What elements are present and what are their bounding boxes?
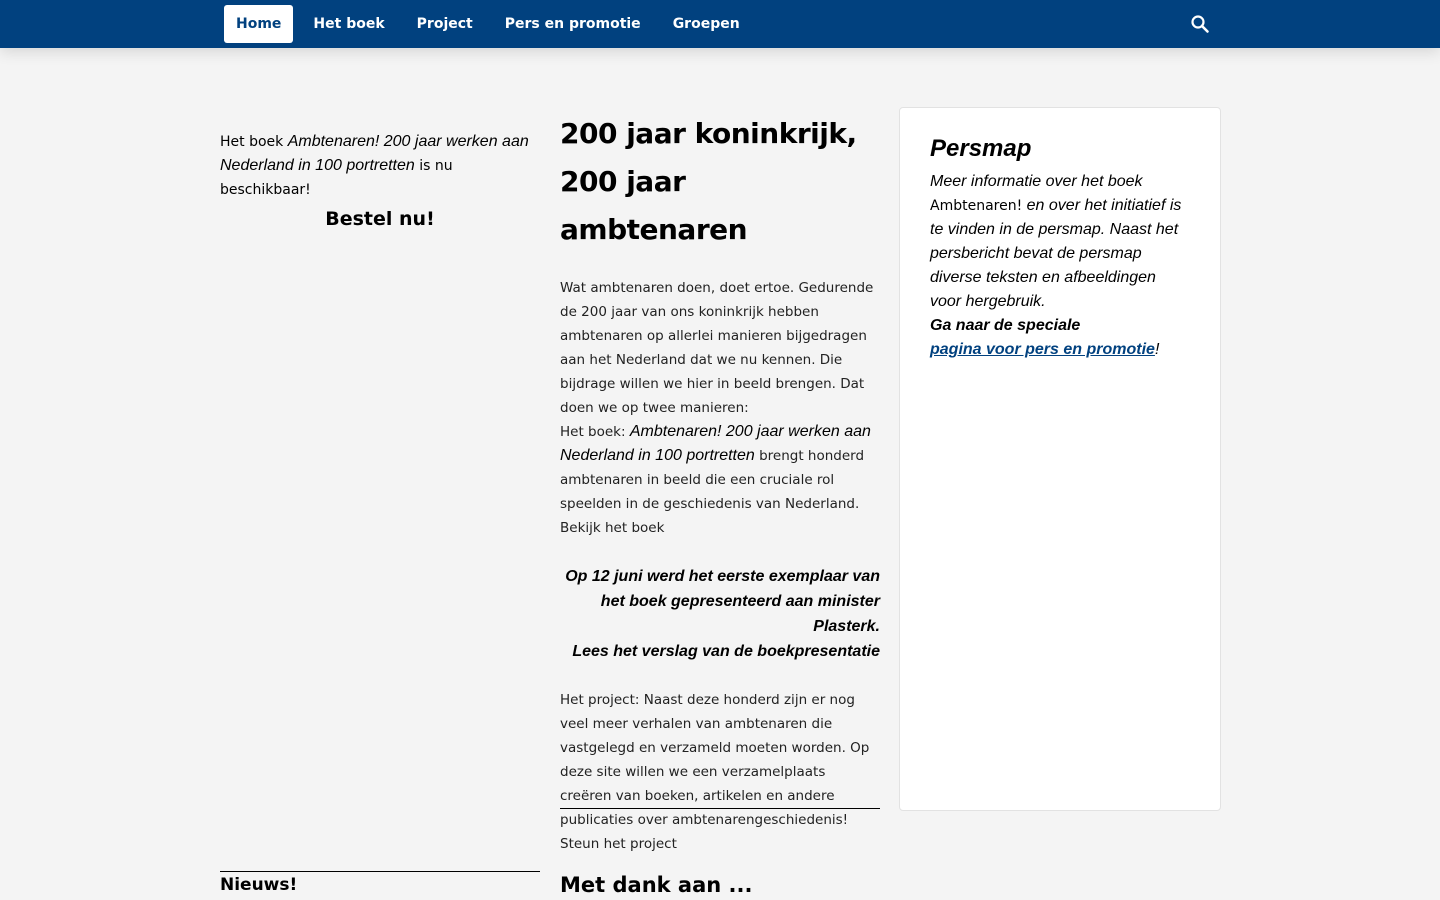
press-page-link[interactable]: pagina voor pers en promotie bbox=[930, 341, 1155, 358]
presentation-report-link[interactable]: Lees het verslag van de boekpresentatie bbox=[560, 639, 880, 664]
nav-item-home[interactable]: Home bbox=[224, 5, 294, 43]
book-label: Het boek: bbox=[560, 424, 630, 440]
persmap-book-name: Ambtenaren! bbox=[930, 198, 1023, 214]
nav-item-project[interactable]: Project bbox=[405, 5, 485, 43]
nav-item-het-boek[interactable]: Het boek bbox=[301, 5, 396, 43]
news-heading: Nieuws! bbox=[220, 875, 298, 895]
persmap-exclamation: ! bbox=[1154, 341, 1160, 358]
book-promo: Het boek Ambtenaren! 200 jaar werken aan… bbox=[220, 130, 540, 230]
order-now-link[interactable]: Bestel nu! bbox=[220, 208, 540, 230]
divider bbox=[560, 808, 880, 809]
presentation-text: Op 12 juni werd het eerste exemplaar van… bbox=[565, 568, 880, 635]
persmap-text-a: Meer informatie over het boek bbox=[930, 173, 1143, 190]
book-intro-prefix: Het boek bbox=[220, 134, 288, 150]
project-paragraph[interactable]: Het project: Naast deze honderd zijn er … bbox=[560, 688, 880, 856]
divider bbox=[220, 871, 540, 872]
persmap-title: Persmap bbox=[930, 135, 1032, 162]
main-content: 200 jaar koninkrijk, 200 jaar ambtenaren… bbox=[560, 110, 880, 856]
book-intro: Het boek Ambtenaren! 200 jaar werken aan… bbox=[220, 130, 540, 202]
nav-item-pers-en-promotie[interactable]: Pers en promotie bbox=[493, 5, 653, 43]
search-button[interactable] bbox=[1186, 10, 1214, 38]
persmap-goto-label: Ga naar de speciale bbox=[930, 317, 1081, 334]
main-nav: Home Het boek Project Pers en promotie G… bbox=[224, 5, 760, 43]
search-icon bbox=[1191, 15, 1209, 33]
presentation-notice: Op 12 juni werd het eerste exemplaar van… bbox=[560, 564, 880, 664]
page-title: 200 jaar koninkrijk, 200 jaar ambtenaren bbox=[560, 117, 857, 246]
nav-item-groepen[interactable]: Groepen bbox=[661, 5, 752, 43]
top-navigation-bar: Home Het boek Project Pers en promotie G… bbox=[0, 0, 1440, 48]
persmap-card: Persmap Meer informatie over het boek Am… bbox=[899, 107, 1221, 811]
intro-text: Wat ambtenaren doen, doet ertoe. Geduren… bbox=[560, 280, 874, 416]
intro-paragraph: Wat ambtenaren doen, doet ertoe. Geduren… bbox=[560, 276, 880, 540]
thanks-heading: Met dank aan ... bbox=[560, 873, 753, 897]
persmap-text: Meer informatie over het boek Ambtenaren… bbox=[930, 170, 1190, 362]
